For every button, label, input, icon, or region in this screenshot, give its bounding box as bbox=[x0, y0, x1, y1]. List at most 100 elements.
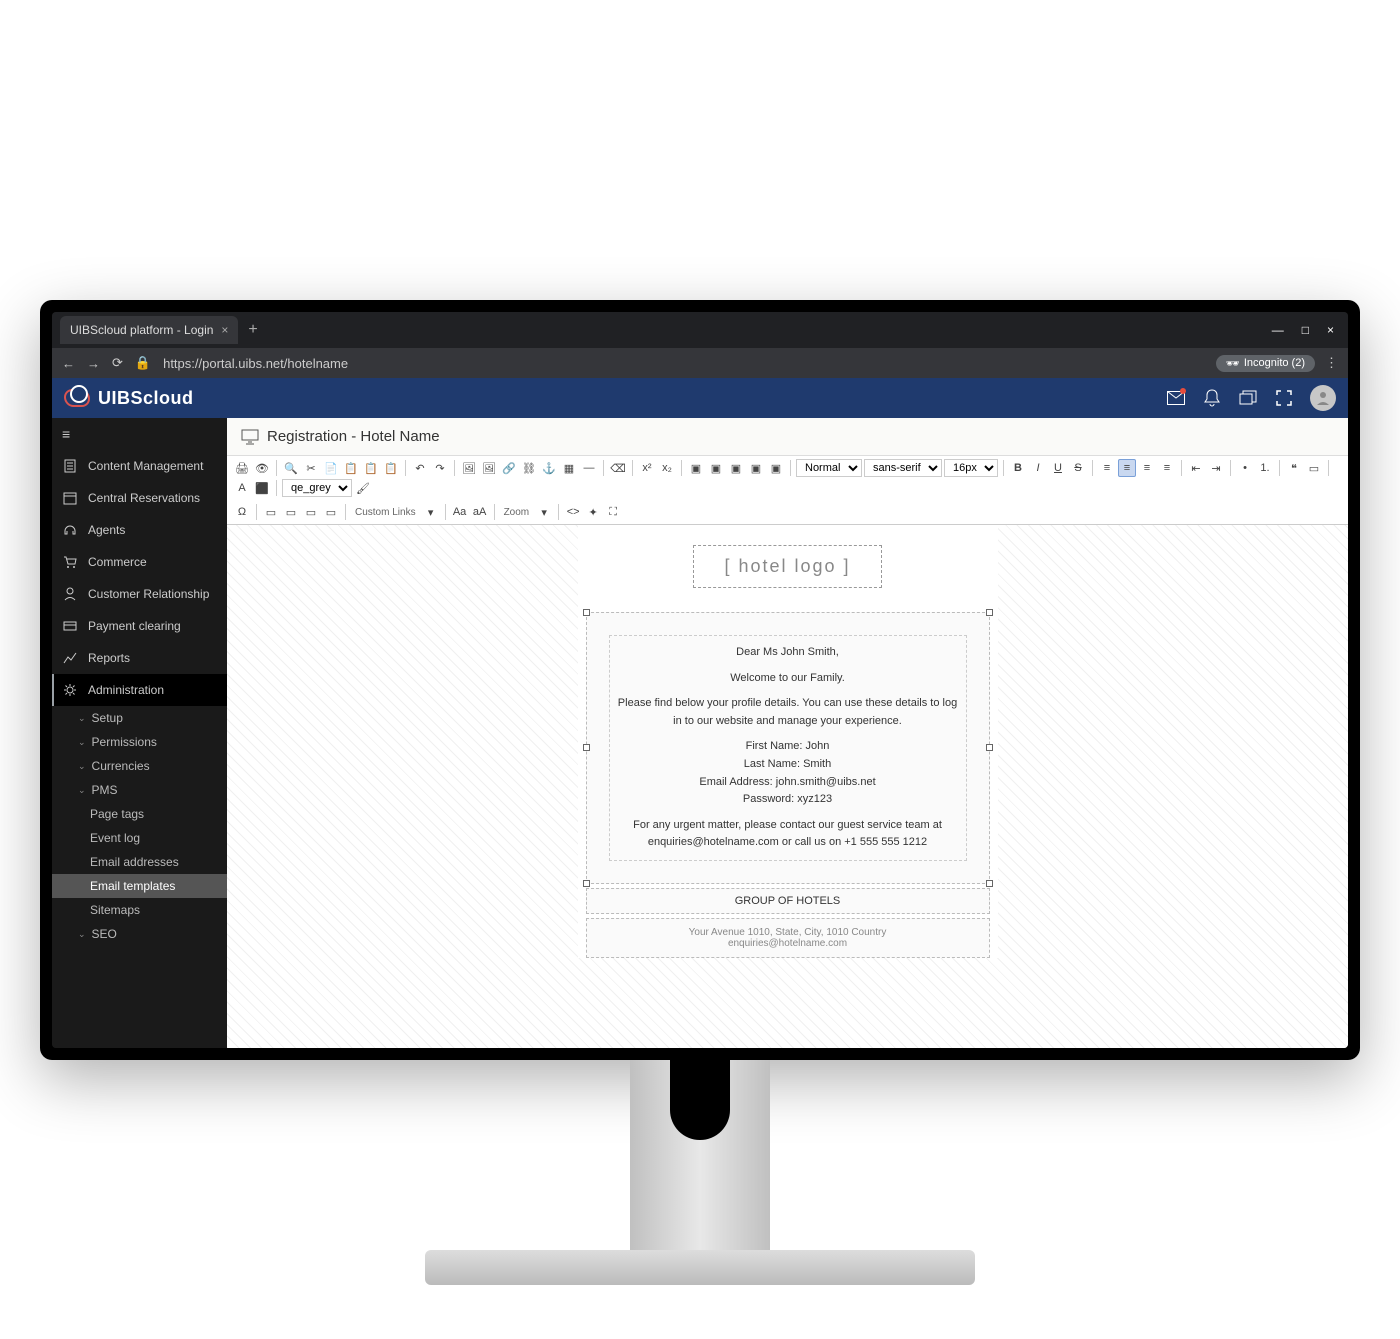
removefmt-icon[interactable]: ⌫ bbox=[609, 459, 627, 477]
sidebar-item-agents[interactable]: Agents bbox=[52, 514, 227, 546]
insert2-icon[interactable]: ▣ bbox=[707, 459, 725, 477]
paste-word-icon[interactable]: 📋 bbox=[382, 459, 400, 477]
sidebar-item-reports[interactable]: Reports bbox=[52, 642, 227, 674]
custom-links-label[interactable]: Custom Links bbox=[351, 507, 420, 518]
text-color-icon[interactable]: A bbox=[233, 479, 251, 497]
brand-logo[interactable]: UIBScloud bbox=[64, 388, 194, 409]
cut-icon[interactable]: ✂ bbox=[302, 459, 320, 477]
tool-icon[interactable]: ✦ bbox=[584, 503, 602, 521]
sidebar-item-content-management[interactable]: Content Management bbox=[52, 450, 227, 482]
ol-icon[interactable]: 1. bbox=[1256, 459, 1274, 477]
paste-icon[interactable]: 📋 bbox=[342, 459, 360, 477]
div-icon[interactable]: ▭ bbox=[1305, 459, 1323, 477]
copy-icon[interactable]: 📄 bbox=[322, 459, 340, 477]
embed-icon[interactable]: ▭ bbox=[302, 503, 320, 521]
theme-apply-icon[interactable]: 🖌 bbox=[354, 479, 372, 497]
case-icon[interactable]: Aa bbox=[451, 503, 469, 521]
omega-icon[interactable]: Ω bbox=[233, 503, 251, 521]
maximize-editor-icon[interactable]: ⛶ bbox=[604, 503, 622, 521]
strike-icon[interactable]: S bbox=[1069, 459, 1087, 477]
close-window-icon[interactable]: × bbox=[1327, 323, 1334, 337]
chevron-down-icon[interactable]: ▾ bbox=[422, 503, 440, 521]
insert3-icon[interactable]: ▣ bbox=[727, 459, 745, 477]
align-justify-icon[interactable]: ≡ bbox=[1158, 459, 1176, 477]
sidebar-item-commerce[interactable]: Commerce bbox=[52, 546, 227, 578]
redo-icon[interactable]: ↷ bbox=[431, 459, 449, 477]
forward-icon[interactable]: → bbox=[87, 356, 100, 371]
sidebar-leaf-event-log[interactable]: Event log bbox=[52, 826, 227, 850]
align-right-icon[interactable]: ≡ bbox=[1138, 459, 1156, 477]
hr-icon[interactable]: — bbox=[580, 459, 598, 477]
span-icon[interactable]: ▭ bbox=[262, 503, 280, 521]
embed2-icon[interactable]: ▭ bbox=[322, 503, 340, 521]
insert-icon[interactable]: ▣ bbox=[687, 459, 705, 477]
blockquote-icon[interactable]: ❝ bbox=[1285, 459, 1303, 477]
bg-color-icon[interactable]: ⬛ bbox=[253, 479, 271, 497]
outdent-icon[interactable]: ⇤ bbox=[1187, 459, 1205, 477]
format-select[interactable]: Normal bbox=[796, 459, 862, 477]
font-select[interactable]: sans-serif bbox=[864, 459, 942, 477]
email-body-section[interactable]: Dear Ms John Smith, Welcome to our Famil… bbox=[586, 612, 990, 884]
anchor-icon[interactable]: ⚓ bbox=[540, 459, 558, 477]
fullscreen-icon[interactable] bbox=[1274, 388, 1294, 408]
sidebar-item-administration[interactable]: Administration bbox=[52, 674, 227, 706]
avatar[interactable] bbox=[1310, 385, 1336, 411]
reload-icon[interactable]: ⟳ bbox=[112, 355, 123, 371]
browser-tab[interactable]: UIBScloud platform - Login × bbox=[60, 316, 238, 344]
table-icon[interactable]: ▦ bbox=[560, 459, 578, 477]
case2-icon[interactable]: aA bbox=[471, 503, 489, 521]
url-field[interactable]: https://portal.uibs.net/hotelname bbox=[163, 356, 348, 371]
underline-icon[interactable]: U bbox=[1049, 459, 1067, 477]
sidebar-leaf-email-templates[interactable]: Email templates bbox=[52, 874, 227, 898]
iframe-icon[interactable]: ▭ bbox=[282, 503, 300, 521]
footer-section[interactable]: Your Avenue 1010, State, City, 1010 Coun… bbox=[586, 918, 990, 958]
source-icon[interactable]: <> bbox=[564, 503, 582, 521]
sidebar-subitem-permissions[interactable]: ⌄Permissions bbox=[52, 730, 227, 754]
italic-icon[interactable]: I bbox=[1029, 459, 1047, 477]
find-icon[interactable]: 🔍 bbox=[282, 459, 300, 477]
tabs-icon[interactable] bbox=[1238, 388, 1258, 408]
theme-select[interactable]: qe_grey bbox=[282, 479, 352, 497]
undo-icon[interactable]: ↶ bbox=[411, 459, 429, 477]
insert5-icon[interactable]: ▣ bbox=[767, 459, 785, 477]
sidebar-subitem-pms[interactable]: ⌄PMS bbox=[52, 778, 227, 802]
sidebar-leaf-email-addresses[interactable]: Email addresses bbox=[52, 850, 227, 874]
sidebar-item-central-reservations[interactable]: Central Reservations bbox=[52, 482, 227, 514]
sidebar-subitem-currencies[interactable]: ⌄Currencies bbox=[52, 754, 227, 778]
maximize-icon[interactable]: □ bbox=[1302, 323, 1309, 337]
back-icon[interactable]: ← bbox=[62, 356, 75, 371]
indent-icon[interactable]: ⇥ bbox=[1207, 459, 1225, 477]
print-icon[interactable]: 🖨 bbox=[233, 459, 251, 477]
image2-icon[interactable]: 🖼 bbox=[480, 459, 498, 477]
minimize-icon[interactable]: — bbox=[1272, 323, 1284, 337]
bold-icon[interactable]: B bbox=[1009, 459, 1027, 477]
paste-text-icon[interactable]: 📋 bbox=[362, 459, 380, 477]
sidebar-leaf-page-tags[interactable]: Page tags bbox=[52, 802, 227, 826]
logo-cell[interactable]: [ hotel logo ] bbox=[578, 525, 998, 608]
browser-menu-icon[interactable]: ⋮ bbox=[1325, 355, 1338, 371]
ul-icon[interactable]: • bbox=[1236, 459, 1254, 477]
sidebar-leaf-seo[interactable]: ⌄SEO bbox=[52, 922, 227, 946]
sidebar-item-payment-clearing[interactable]: Payment clearing bbox=[52, 610, 227, 642]
menu-toggle-icon[interactable]: ≡ bbox=[52, 418, 227, 450]
link-icon[interactable]: 🔗 bbox=[500, 459, 518, 477]
sidebar-leaf-sitemaps[interactable]: Sitemaps bbox=[52, 898, 227, 922]
sidebar-item-customer-relationship[interactable]: Customer Relationship bbox=[52, 578, 227, 610]
preview-icon[interactable]: 👁 bbox=[253, 459, 271, 477]
sidebar-subitem-setup[interactable]: ⌄Setup bbox=[52, 706, 227, 730]
new-tab-button[interactable]: + bbox=[248, 321, 257, 339]
image-icon[interactable]: 🖼 bbox=[460, 459, 478, 477]
subscript-icon[interactable]: x₂ bbox=[658, 459, 676, 477]
mail-icon[interactable] bbox=[1166, 388, 1186, 408]
close-icon[interactable]: × bbox=[221, 323, 228, 337]
editor-canvas[interactable]: [ hotel logo ] Dear Ms John Smith, Welco… bbox=[227, 525, 1348, 1048]
size-select[interactable]: 16px bbox=[944, 459, 998, 477]
chevron-down-icon[interactable]: ▾ bbox=[535, 503, 553, 521]
zoom-label[interactable]: Zoom bbox=[500, 507, 534, 518]
unlink-icon[interactable]: ⛓ bbox=[520, 459, 538, 477]
bell-icon[interactable] bbox=[1202, 388, 1222, 408]
align-left-icon[interactable]: ≡ bbox=[1098, 459, 1116, 477]
insert4-icon[interactable]: ▣ bbox=[747, 459, 765, 477]
align-center-icon[interactable]: ≡ bbox=[1118, 459, 1136, 477]
group-section[interactable]: GROUP OF HOTELS bbox=[586, 888, 990, 914]
